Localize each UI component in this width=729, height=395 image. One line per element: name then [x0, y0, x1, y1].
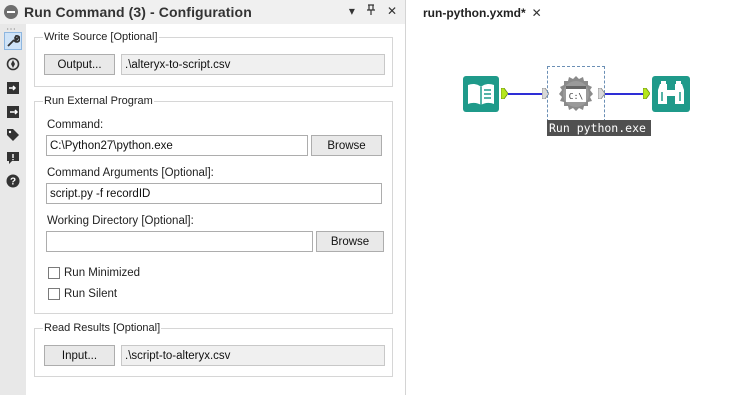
run-silent-label: Run Silent	[64, 288, 118, 300]
close-panel-icon[interactable]: ✕	[387, 4, 397, 19]
input-file-button[interactable]: Input...	[44, 345, 115, 366]
working-directory-label: Working Directory [Optional]:	[47, 215, 194, 227]
tag-button[interactable]	[4, 126, 22, 144]
run-external-title: Run External Program	[43, 95, 154, 107]
output-arrow-icon	[7, 106, 19, 118]
svg-text:?: ?	[10, 177, 16, 188]
book-input-icon	[463, 76, 499, 112]
command-label: Command:	[47, 119, 104, 131]
config-side-toolbar: ⋯ ?	[0, 24, 26, 395]
tag-icon	[7, 129, 19, 141]
binoculars-browse-icon	[652, 76, 690, 112]
annotation-button[interactable]	[4, 55, 22, 73]
input-data-tool[interactable]	[463, 76, 499, 112]
working-directory-input[interactable]	[46, 231, 313, 252]
pin-icon[interactable]	[365, 4, 377, 19]
selected-tool-caption: Run python.exe	[547, 120, 651, 136]
compass-icon	[6, 57, 20, 71]
run-silent-option[interactable]: Run Silent	[48, 288, 117, 300]
browse-tool-input-anchor[interactable]	[643, 88, 650, 99]
panel-separator[interactable]	[405, 0, 406, 395]
config-title-bar: Run Command (3) - Configuration ▾ ✕	[0, 0, 405, 24]
run-minimized-option[interactable]: Run Minimized	[48, 267, 140, 279]
run-silent-checkbox[interactable]	[48, 288, 60, 300]
write-source-title: Write Source [Optional]	[43, 31, 159, 43]
app-window: Run Command (3) - Configuration ▾ ✕ ⋯ ? …	[0, 0, 729, 395]
run-external-program-group: Run External Program Command: C:\Python2…	[34, 95, 393, 314]
output-file-button[interactable]: Output...	[44, 54, 115, 75]
command-arguments-label: Command Arguments [Optional]:	[47, 167, 214, 179]
comment-icon	[7, 152, 19, 164]
panel-menu-dropdown-icon[interactable]: ▾	[349, 4, 355, 19]
run-command-output-anchor[interactable]	[598, 88, 605, 99]
output-button[interactable]	[4, 103, 22, 121]
read-results-title: Read Results [Optional]	[43, 322, 162, 334]
title-bar-buttons: ▾ ✕	[349, 4, 397, 19]
browse-tool[interactable]	[652, 76, 690, 112]
command-input[interactable]: C:\Python27\python.exe	[46, 135, 308, 156]
input-arrow-icon	[7, 82, 19, 94]
close-tab-icon[interactable]: ✕	[532, 6, 542, 20]
wrench-icon	[7, 35, 20, 47]
run-minimized-label: Run Minimized	[64, 267, 141, 279]
svg-text:C:\: C:\	[569, 92, 584, 101]
command-arguments-input[interactable]: script.py -f recordID	[46, 183, 382, 204]
working-directory-browse-button[interactable]: Browse	[316, 231, 384, 252]
connection-line-1[interactable]	[508, 93, 542, 95]
workflow-tab-title: run-python.yxmd*	[423, 6, 526, 20]
help-icon: ?	[6, 174, 20, 188]
input-button[interactable]	[4, 79, 22, 97]
config-panel-title: Run Command (3) - Configuration	[24, 4, 252, 20]
read-results-path-field: .\script-to-alteryx.csv	[121, 345, 385, 366]
run-command-tool[interactable]: C:\	[557, 75, 595, 113]
run-minimized-checkbox[interactable]	[48, 267, 60, 279]
workflow-tab[interactable]: run-python.yxmd* ✕	[423, 6, 542, 20]
help-button[interactable]: ?	[4, 172, 22, 190]
tool-config-button[interactable]	[4, 32, 22, 50]
write-source-path-field: .\alteryx-to-script.csv	[121, 54, 385, 75]
connection-line-2[interactable]	[605, 93, 643, 95]
run-command-icon: C:\	[559, 76, 593, 111]
input-tool-output-anchor[interactable]	[501, 88, 508, 99]
comment-button[interactable]	[4, 149, 22, 167]
write-source-group: Write Source [Optional] Output... .\alte…	[34, 31, 393, 87]
read-results-group: Read Results [Optional] Input... .\scrip…	[34, 322, 393, 377]
command-browse-button[interactable]: Browse	[311, 135, 382, 156]
alteryx-logo-icon	[4, 5, 18, 19]
